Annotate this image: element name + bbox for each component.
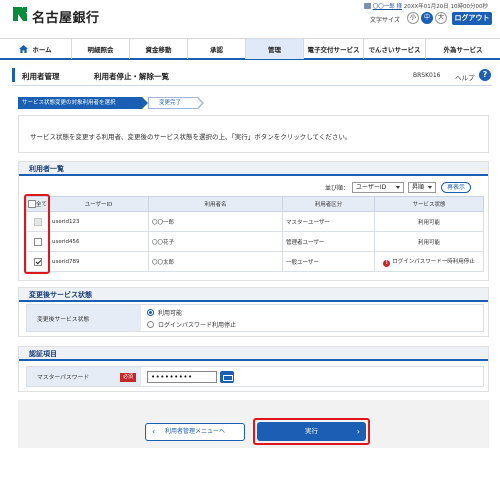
status-cell: 利用可能 [374, 231, 484, 252]
bank-name: 名古屋銀行 [32, 11, 100, 26]
radio-login-password-suspended[interactable]: ログインパスワード利用停止 [147, 320, 236, 329]
col-user-name: 利用者名 [148, 196, 283, 212]
nav-densai[interactable]: でんさいサービス [364, 39, 426, 59]
font-size-medium-button[interactable]: 中 [421, 12, 433, 24]
user-info: 〇〇一郎 様 20XX年01月20日 10時00分00秒 [363, 2, 488, 10]
instruction-text: サービス状態を変更する利用者、変更後のサービス状態を選択の上、「実行」ボタンをク… [30, 133, 352, 141]
service-status-label: 変更後サービス状態 [27, 305, 141, 331]
nav-management[interactable]: 管理 [246, 39, 304, 59]
master-password-row: マスターパスワード 必須 ••••••••• [26, 366, 484, 387]
resort-button[interactable]: 再表示 [441, 181, 472, 193]
table-row: userid789 〇〇太郎 一般ユーザー ! ログインパスワード一時利用停止 [26, 251, 484, 272]
col-service-status: サービス状態 [374, 196, 484, 212]
chevron-down-icon [396, 185, 401, 189]
sort-order-select[interactable]: 昇順 [408, 181, 437, 193]
nav-approval[interactable]: 承認 [188, 39, 246, 59]
radio-button[interactable] [147, 309, 154, 316]
user-icon [363, 3, 371, 9]
user-type-cell: 一般ユーザー [282, 251, 375, 272]
page-title-bar: 利用者管理 利用者停止・解除一覧 BRSK016 ヘルプ ? [12, 68, 492, 86]
status-cell: ! ログインパスワード一時利用停止 [374, 251, 484, 272]
user-id-cell: userid123 [48, 211, 149, 232]
font-size-label: 文字サイズ [370, 17, 400, 24]
software-keyboard-icon[interactable] [220, 371, 234, 383]
sort-field-select[interactable]: ユーザーID [352, 181, 405, 193]
execute-highlight-frame [253, 418, 370, 445]
radio-button[interactable] [147, 321, 154, 328]
col-user-id: ユーザーID [48, 196, 149, 212]
step-complete: 変更完了 [148, 97, 198, 109]
sort-label: 並び順： [325, 184, 350, 192]
back-to-menu-button[interactable]: ‹ 利用者管理メニューへ [145, 423, 245, 441]
auth-title: 認証項目 [29, 350, 57, 358]
nav-e-delivery[interactable]: 電子交付サービス [304, 39, 364, 59]
col-user-type: 利用者区分 [282, 196, 375, 212]
home-icon [19, 45, 29, 53]
warning-icon: ! [383, 259, 391, 267]
status-cell: 利用可能 [374, 211, 484, 232]
user-id-cell: userid789 [48, 251, 149, 272]
last-login: 20XX年01月20日 10時00分00秒 [403, 4, 488, 10]
user-list-title: 利用者一覧 [29, 165, 64, 173]
user-name-cell: 〇〇花子 [148, 231, 283, 252]
service-change-title: 変更後サービス状態 [29, 291, 92, 299]
user-name-cell: 〇〇一郎 [148, 211, 283, 232]
nav-home-label: ホーム [32, 46, 52, 54]
sort-controls: 並び順： ユーザーID 昇順 再表示 [325, 181, 472, 193]
table-row: userid123 〇〇一郎 マスターユーザー 利用可能 [26, 211, 484, 232]
required-badge: 必須 [120, 373, 136, 382]
screen-id: BRSK016 [413, 72, 441, 79]
help-label[interactable]: ヘルプ [455, 72, 475, 82]
radio-available[interactable]: 利用可能 [147, 308, 182, 317]
master-password-input[interactable]: ••••••••• [147, 371, 217, 383]
header: 名古屋銀行 〇〇一郎 様 20XX年01月20日 10時00分00秒 文字サイズ… [0, 0, 500, 30]
nav-transfer[interactable]: 資金移動 [130, 39, 188, 59]
global-nav: ホーム 明細照会 資金移動 承認 管理 電子交付サービス でんさいサービス 外為… [0, 38, 500, 60]
user-table: 全て ユーザーID 利用者名 利用者区分 サービス状態 userid123 〇〇… [26, 196, 484, 272]
logout-button[interactable]: ログアウト [452, 12, 492, 25]
nav-home[interactable]: ホーム [0, 39, 72, 59]
user-name-cell: 〇〇太郎 [148, 251, 283, 272]
user-type-cell: マスターユーザー [282, 211, 375, 232]
font-size-small-button[interactable]: 小 [407, 12, 419, 24]
page-title: 利用者管理 [22, 72, 60, 81]
chevron-left-icon: ‹ [152, 427, 156, 436]
nav-statement[interactable]: 明細照会 [72, 39, 130, 59]
help-icon[interactable]: ? [479, 69, 491, 81]
nav-forex[interactable]: 外為サービス [426, 39, 500, 59]
font-size-large-button[interactable]: 大 [435, 12, 447, 24]
checkbox-highlight-frame [24, 194, 50, 274]
bank-logo-icon [13, 7, 27, 21]
chevron-down-icon [428, 185, 433, 189]
table-row: userid456 〇〇花子 管理者ユーザー 利用可能 [26, 231, 484, 252]
user-id-cell: userid456 [48, 231, 149, 252]
step-select-user: サービス状態変更の対象利用者を選択 [18, 97, 142, 109]
page-subtitle: 利用者停止・解除一覧 [94, 72, 169, 81]
user-name-link[interactable]: 〇〇一郎 様 [373, 4, 402, 10]
service-status-row: 変更後サービス状態 利用可能 ログインパスワード利用停止 [26, 304, 484, 332]
user-type-cell: 管理者ユーザー [282, 231, 375, 252]
